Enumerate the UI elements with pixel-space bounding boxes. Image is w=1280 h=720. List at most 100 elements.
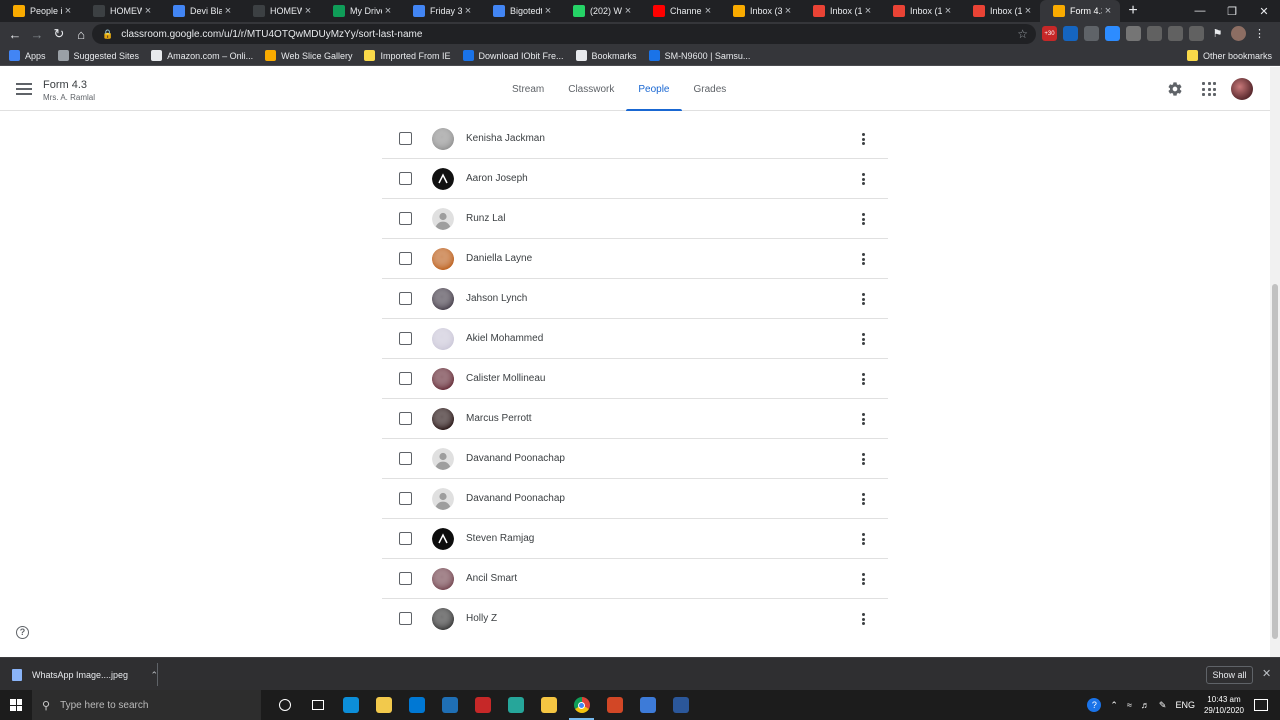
google-apps-icon[interactable] (1202, 82, 1216, 96)
select-checkbox[interactable] (399, 132, 412, 145)
help-icon[interactable]: ? (16, 626, 29, 639)
back-icon[interactable]: ← (4, 23, 26, 45)
more-options-icon[interactable] (860, 612, 866, 626)
close-icon[interactable]: ✕ (1262, 667, 1271, 680)
more-options-icon[interactable] (860, 492, 866, 506)
select-checkbox[interactable] (399, 572, 412, 585)
language-indicator[interactable]: ENG (1175, 700, 1195, 710)
more-options-icon[interactable] (860, 572, 866, 586)
extension-icon[interactable] (1084, 26, 1099, 41)
download-item[interactable]: WhatsApp Image....jpeg ⌃ (12, 665, 158, 685)
browser-tab[interactable]: HOMEWO× (240, 0, 320, 22)
tab-close-icon[interactable]: × (222, 5, 234, 17)
chevron-up-icon[interactable]: ⌃ (1110, 700, 1118, 711)
more-options-icon[interactable] (860, 212, 866, 226)
pen-icon[interactable]: ✎ (1159, 700, 1167, 711)
bookmark-item[interactable]: Imported From IE (364, 50, 451, 61)
edge-icon[interactable] (334, 690, 367, 720)
bookmark-item[interactable]: Suggested Sites (57, 50, 139, 61)
tab-close-icon[interactable]: × (542, 5, 554, 17)
browser-tab[interactable]: Friday 30t× (400, 0, 480, 22)
word-icon[interactable] (664, 690, 697, 720)
extension-icon[interactable] (1126, 26, 1141, 41)
tab-close-icon[interactable]: × (302, 5, 314, 17)
tab-stream[interactable]: Stream (500, 67, 556, 111)
volume-icon[interactable]: ♬ (1141, 700, 1150, 710)
more-options-icon[interactable] (860, 452, 866, 466)
browser-tab[interactable]: (202) Wh× (560, 0, 640, 22)
browser-tab[interactable]: My Drive × (320, 0, 400, 22)
extension-icon[interactable] (1147, 26, 1162, 41)
browser-tab[interactable]: Bigotedt × (480, 0, 560, 22)
more-options-icon[interactable] (860, 132, 866, 146)
browser-tab[interactable]: Form 4.3× (1040, 0, 1120, 22)
clock[interactable]: 10:43 am 29/10/2020 (1204, 694, 1244, 716)
scrollbar-thumb[interactable] (1272, 284, 1278, 639)
tab-close-icon[interactable]: × (862, 5, 874, 17)
extension-icon[interactable]: +30 (1042, 26, 1057, 41)
browser-tab[interactable]: People in F× (0, 0, 80, 22)
extension-icon[interactable] (1105, 26, 1120, 41)
more-options-icon[interactable] (860, 332, 866, 346)
profile-avatar-icon[interactable] (1231, 26, 1246, 41)
select-checkbox[interactable] (399, 372, 412, 385)
tab-close-icon[interactable]: × (462, 5, 474, 17)
bookmark-item[interactable]: Bookmarks (575, 50, 637, 61)
browser-tab[interactable]: HOMEWO× (80, 0, 160, 22)
select-checkbox[interactable] (399, 292, 412, 305)
store-icon[interactable] (367, 690, 400, 720)
bookmark-item[interactable]: Amazon.com – Onli... (151, 50, 253, 61)
account-avatar[interactable] (1231, 78, 1253, 100)
browser-tab[interactable]: Inbox (1) × (960, 0, 1040, 22)
tab-close-icon[interactable]: × (1102, 5, 1114, 17)
tab-close-icon[interactable]: × (782, 5, 794, 17)
chrome-icon[interactable] (565, 690, 598, 720)
tab-close-icon[interactable]: × (622, 5, 634, 17)
extension-icon[interactable] (1063, 26, 1078, 41)
more-options-icon[interactable] (860, 372, 866, 386)
tab-close-icon[interactable]: × (382, 5, 394, 17)
tab-classwork[interactable]: Classwork (556, 67, 626, 111)
select-checkbox[interactable] (399, 412, 412, 425)
select-checkbox[interactable] (399, 212, 412, 225)
home-icon[interactable]: ⌂ (70, 23, 92, 45)
address-bar[interactable]: 🔒 classroom.google.com/u/1/r/MTU4OTQwMDU… (92, 24, 1036, 44)
class-title[interactable]: Form 4.3 (43, 79, 87, 91)
close-window-icon[interactable]: ✕ (1248, 0, 1280, 22)
task-view-icon[interactable] (301, 690, 334, 720)
notification-icon[interactable] (1254, 699, 1268, 711)
mail-icon[interactable] (400, 690, 433, 720)
select-checkbox[interactable] (399, 532, 412, 545)
restore-icon[interactable]: ❐ (1216, 0, 1248, 22)
extension-icon[interactable] (1168, 26, 1183, 41)
cortana-icon[interactable] (268, 690, 301, 720)
tab-close-icon[interactable]: × (942, 5, 954, 17)
select-checkbox[interactable] (399, 452, 412, 465)
start-button[interactable] (0, 690, 32, 720)
help-tray-icon[interactable]: ? (1087, 698, 1102, 712)
select-checkbox[interactable] (399, 332, 412, 345)
tab-close-icon[interactable]: × (142, 5, 154, 17)
page-scrollbar[interactable] (1270, 67, 1280, 657)
select-checkbox[interactable] (399, 612, 412, 625)
file-explorer-icon[interactable] (532, 690, 565, 720)
more-options-icon[interactable] (860, 252, 866, 266)
taskbar-search[interactable]: ⚲ Type here to search (32, 690, 261, 720)
tab-close-icon[interactable]: × (1022, 5, 1034, 17)
other-bookmarks[interactable]: Other bookmarks (1186, 50, 1272, 61)
new-tab-button[interactable]: + (1120, 0, 1146, 22)
select-checkbox[interactable] (399, 172, 412, 185)
select-checkbox[interactable] (399, 252, 412, 265)
bookmark-item[interactable]: Apps (9, 50, 46, 61)
bookmark-item[interactable]: Web Slice Gallery (265, 50, 352, 61)
menu-kebab-icon[interactable]: ⋮ (1252, 26, 1267, 41)
reload-icon[interactable]: ↻ (48, 23, 70, 45)
more-options-icon[interactable] (860, 412, 866, 426)
powerpoint-icon[interactable] (598, 690, 631, 720)
bookmark-star-icon[interactable]: ☆ (1017, 27, 1028, 41)
blue-app-icon[interactable] (631, 690, 664, 720)
browser-tab[interactable]: Devi Blain× (160, 0, 240, 22)
green-app-icon[interactable] (499, 690, 532, 720)
forward-icon[interactable]: → (26, 23, 48, 45)
browser-tab[interactable]: Inbox (11,× (880, 0, 960, 22)
